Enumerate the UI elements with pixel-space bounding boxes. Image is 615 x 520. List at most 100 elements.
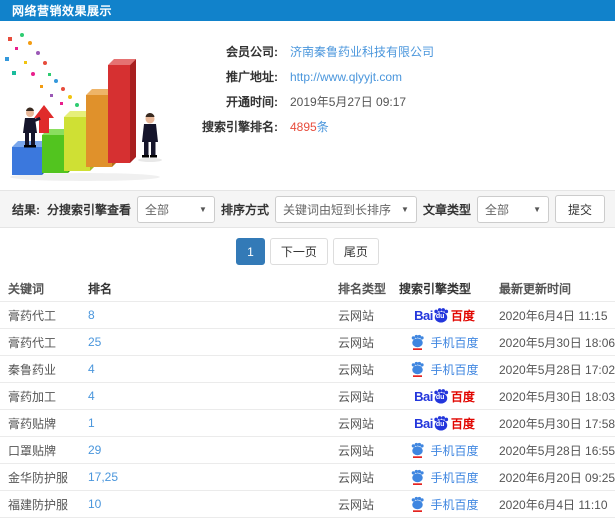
updated-cell: 2020年6月4日 11:15 [499,308,608,323]
header-rank: 排名 [88,281,113,296]
company-link[interactable]: 济南秦鲁药业科技有限公司 [290,43,434,60]
keyword-cell: 口罩贴牌 [8,443,57,458]
sort-label: 排序方式 [220,202,269,217]
pagination: 1 下一页 尾页 [0,228,615,275]
next-page-button[interactable]: 下一页 [269,238,328,265]
article-type-label: 文章类型 [422,202,471,217]
keyword-cell: 福建防护服 [8,497,69,512]
rank-type-cell: 云网站 [338,335,375,350]
engine-select[interactable]: 全部 ▼ [136,195,215,223]
updated-cell: 2020年5月30日 18:06 [499,335,615,350]
article-type-select-value: 全部 [484,202,509,217]
filter-bar: 结果: 分搜索引擎查看 全部 ▼ 排序方式 关键词由短到长排序 ▼ 文章类型 全… [0,190,615,228]
header-rank-type: 排名类型 [338,281,387,296]
mobile-baidu-icon: 手机百度 [410,469,479,486]
keyword-cell: 膏药代工 [8,308,57,323]
table-row: 膏药贴牌 1 云网站 Baidu百度 手机百度 2020年5月30日 17:58 [0,409,615,436]
engine-rank-label: 搜索引擎排名: [202,120,278,134]
engine-type-cell: Baidu百度 手机百度 [397,415,492,432]
header-updated: 最新更新时间 [499,281,572,296]
promo-url-row: 推广地址: http://www.qlyyjt.com [178,64,434,89]
rank-type-cell: 云网站 [338,443,375,458]
table-row: 膏药代工 8 云网站 Baidu百度 手机百度 2020年6月4日 11:15 [0,301,615,328]
mobile-baidu-icon: 手机百度 [410,334,479,351]
engine-select-value: 全部 [144,202,169,217]
updated-cell: 2020年5月30日 17:58 [499,416,615,431]
open-time-label: 开通时间: [226,95,278,109]
page-title: 网络营销效果展示 [12,4,113,18]
open-time-value: 2019年5月27日 09:17 [290,95,407,109]
last-page-button[interactable]: 尾页 [332,238,379,265]
rank-type-cell: 云网站 [338,389,375,404]
company-row: 会员公司: 济南秦鲁药业科技有限公司 [178,39,434,64]
updated-cell: 2020年6月20日 09:25 [499,470,615,485]
growth-chart-illustration [5,33,162,181]
member-info-list: 会员公司: 济南秦鲁药业科技有限公司 推广地址: http://www.qlyy… [178,29,434,190]
rank-type-cell: 云网站 [338,470,375,485]
table-row: 秦鲁药业 4 云网站 Baidu百度 手机百度 2020年5月28日 17:02 [0,355,615,382]
engine-filter-label: 分搜索引擎查看 [46,202,131,217]
rank-link[interactable]: 25 [85,335,335,349]
filter-controls: 分搜索引擎查看 全部 ▼ 排序方式 关键词由短到长排序 ▼ 文章类型 全部 ▼ … [47,195,605,223]
page-1-button[interactable]: 1 [236,238,265,265]
baidu-logo-icon: Bai du 百度 [414,415,475,431]
sort-select[interactable]: 关键词由短到长排序 ▼ [274,195,417,223]
keyword-cell: 秦鲁药业 [8,362,57,377]
engine-type-cell: Baidu百度 手机百度 [397,496,492,513]
table-row: 口罩贴牌 29 云网站 Baidu百度 手机百度 2020年5月28日 16:5… [0,436,615,463]
table-row: 金华防护服 17,25 云网站 Baidu百度 手机百度 2020年6月20日 … [0,463,615,490]
engine-rank-value: 4895条 [290,118,329,135]
engine-rank-row: 搜索引擎排名: 4895条 [178,114,434,139]
chevron-down-icon: ▼ [401,204,409,214]
mobile-baidu-icon: 手机百度 [410,496,479,513]
table-row: 福建防护服 10 云网站 Baidu百度 手机百度 2020年6月4日 11:1… [0,490,615,517]
engine-type-cell: Baidu百度 手机百度 [397,469,492,486]
rank-link[interactable]: 10 [85,497,335,511]
updated-cell: 2020年5月28日 17:02 [499,362,615,377]
rank-count: 4895 [290,120,317,134]
keyword-cell: 膏药贴牌 [8,416,57,431]
updated-cell: 2020年6月4日 11:10 [499,497,608,512]
page: 网络营销效果展示 会员公司: 济南秦鲁药业科技有限公司 推广地址: http:/… [0,0,615,520]
rank-link[interactable]: 17,25 [85,470,335,484]
engine-type-cell: Baidu百度 手机百度 [397,307,492,324]
company-label: 会员公司: [226,45,278,59]
rank-unit: 条 [316,120,329,134]
rank-link[interactable]: 4 [85,362,335,376]
table-row: 膏药代工 25 云网站 Baidu百度 手机百度 2020年5月30日 18:0… [0,328,615,355]
chevron-down-icon: ▼ [533,204,541,214]
engine-type-cell: Baidu百度 手机百度 [397,334,492,351]
mobile-baidu-icon: 手机百度 [410,442,479,459]
results-table: 关键词 排名 排名类型 搜索引擎类型 最新更新时间 膏药代工 8 云网站 Bai… [0,275,615,520]
table-header-row: 关键词 排名 排名类型 搜索引擎类型 最新更新时间 [0,275,615,301]
open-time-row: 开通时间: 2019年5月27日 09:17 [178,89,434,114]
engine-type-cell: Baidu百度 手机百度 [397,388,492,405]
updated-cell: 2020年5月28日 16:55 [499,443,615,458]
keyword-cell: 金华防护服 [8,470,69,485]
rank-link[interactable]: 1 [85,416,335,430]
promo-url-link[interactable]: http://www.qlyyjt.com [290,70,402,84]
rank-link[interactable]: 29 [85,443,335,457]
submit-button[interactable]: 提交 [554,195,605,223]
rank-type-cell: 云网站 [338,416,375,431]
engine-type-cell: Baidu百度 手机百度 [397,361,492,378]
baidu-logo-icon: Bai du 百度 [414,388,475,404]
promo-url-label: 推广地址: [226,70,278,84]
rank-type-cell: 云网站 [338,308,375,323]
result-label: 结果: [12,202,40,217]
rank-type-cell: 云网站 [338,362,375,377]
rank-link[interactable]: 8 [85,308,335,322]
header-keyword: 关键词 [8,281,45,296]
page-title-bar: 网络营销效果展示 [0,0,615,21]
keyword-cell: 膏药代工 [8,335,57,350]
baidu-logo-icon: Bai du 百度 [414,307,475,323]
article-type-select[interactable]: 全部 ▼ [476,195,549,223]
rank-type-cell: 云网站 [338,497,375,512]
mobile-baidu-icon: 手机百度 [410,361,479,378]
rank-link[interactable]: 4 [85,389,335,403]
bar-red [108,59,136,163]
engine-type-cell: Baidu百度 手机百度 [397,442,492,459]
member-info-section: 会员公司: 济南秦鲁药业科技有限公司 推广地址: http://www.qlyy… [0,21,615,190]
sort-select-value: 关键词由短到长排序 [282,202,391,217]
updated-cell: 2020年5月30日 18:03 [499,389,615,404]
